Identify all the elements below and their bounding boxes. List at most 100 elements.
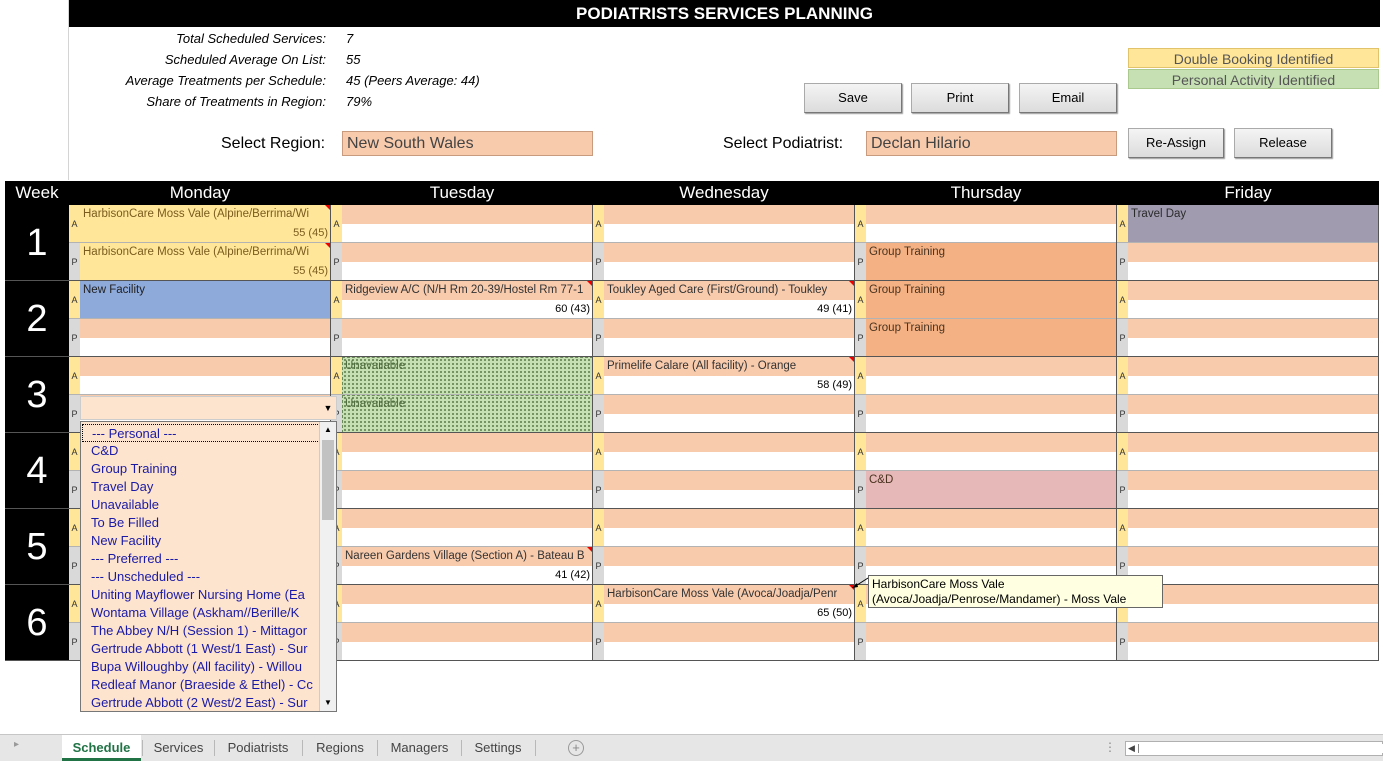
stat-label-total-services: Total Scheduled Services:	[176, 31, 326, 46]
slot-tuesday-week1-am[interactable]: A	[331, 205, 593, 243]
slot-wednesday-week3-am[interactable]: A Primelife Calare (All facility) - Orang…	[593, 357, 855, 395]
tab-schedule[interactable]: Schedule	[62, 735, 141, 761]
slot-friday-week2-pm[interactable]: P	[1117, 319, 1379, 357]
slot-monday-week1-pm[interactable]: P HarbisonCare Moss Vale (Alpine/Berrima/…	[69, 243, 331, 281]
tab-settings[interactable]: Settings	[462, 735, 534, 761]
slot-tuesday-week4-pm[interactable]: P	[331, 471, 593, 509]
slot-monday-week3-am[interactable]: A	[69, 357, 331, 395]
slot-entry-text: Nareen Gardens Village (Section A) - Bat…	[345, 550, 585, 562]
dropdown-option[interactable]: Uniting Mayflower Nursing Home (Ea	[91, 586, 321, 604]
slot-band	[604, 338, 855, 357]
reassign-button[interactable]: Re-Assign	[1128, 128, 1224, 158]
release-button[interactable]: Release	[1234, 128, 1332, 158]
activity-dropdown-list[interactable]: Gertrude Abbott (2 West/2 East) - Sur Red…	[80, 421, 337, 712]
slot-wednesday-week1-pm[interactable]: P	[593, 243, 855, 281]
slot-friday-week6-pm[interactable]: P	[1117, 623, 1379, 661]
chevron-down-icon[interactable]: ▼	[322, 401, 334, 415]
region-select[interactable]: New South Wales	[342, 131, 593, 156]
slot-tuesday-week6-pm[interactable]: P	[331, 623, 593, 661]
slot-thursday-week5-am[interactable]: A	[855, 509, 1117, 547]
slot-wednesday-week5-am[interactable]: A	[593, 509, 855, 547]
slot-band	[1128, 490, 1379, 509]
slot-monday-week2-am[interactable]: A New Facility	[69, 281, 331, 319]
slot-friday-week4-am[interactable]: A	[1117, 433, 1379, 471]
slot-band	[1128, 642, 1379, 661]
slot-thursday-week1-pm[interactable]: P Group Training	[855, 243, 1117, 281]
slot-tuesday-week6-am[interactable]: A	[331, 585, 593, 623]
slot-wednesday-week3-pm[interactable]: P	[593, 395, 855, 433]
slot-friday-week3-pm[interactable]: P	[1117, 395, 1379, 433]
more-options-icon[interactable]: ⋮	[1104, 740, 1116, 754]
dropdown-option[interactable]: Gertrude Abbott (2 West/2 East) - Sur	[91, 694, 321, 711]
print-button[interactable]: Print	[911, 83, 1009, 113]
tab-podiatrists[interactable]: Podiatrists	[215, 735, 301, 761]
slot-thursday-week4-pm[interactable]: P C&D	[855, 471, 1117, 509]
slot-friday-week1-am[interactable]: A Travel Day	[1117, 205, 1379, 243]
dropdown-option[interactable]: Travel Day	[91, 478, 321, 496]
slot-wednesday-week2-pm[interactable]: P	[593, 319, 855, 357]
slot-tuesday-week3-am[interactable]: A Unavailable	[331, 357, 593, 395]
tab-regions[interactable]: Regions	[303, 735, 377, 761]
slot-tuesday-week2-am[interactable]: A Ridgeview A/C (N/H Rm 20-39/Hostel Rm 7…	[331, 281, 593, 319]
dropdown-option[interactable]: --- Preferred ---	[91, 550, 321, 568]
slot-friday-week1-pm[interactable]: P	[1117, 243, 1379, 281]
scrollbar-thumb[interactable]	[1138, 744, 1383, 753]
slot-wednesday-week2-am[interactable]: A Toukley Aged Care (First/Ground) - Touk…	[593, 281, 855, 319]
tab-managers[interactable]: Managers	[378, 735, 461, 761]
slot-thursday-week2-am[interactable]: A Group Training	[855, 281, 1117, 319]
scroll-up-icon[interactable]: ▲	[320, 422, 336, 438]
slot-wednesday-week6-am[interactable]: A HarbisonCare Moss Vale (Avoca/Joadja/Pe…	[593, 585, 855, 623]
slot-monday-week2-pm[interactable]: P	[69, 319, 331, 357]
slot-tuesday-week5-am[interactable]: A	[331, 509, 593, 547]
slot-tuesday-week1-pm[interactable]: P	[331, 243, 593, 281]
dropdown-option[interactable]: Unavailable	[91, 496, 321, 514]
slot-wednesday-week4-pm[interactable]: P	[593, 471, 855, 509]
podiatrist-select[interactable]: Declan Hilario	[866, 131, 1117, 156]
tab-services[interactable]: Services	[143, 735, 214, 761]
scrollbar-thumb[interactable]	[322, 440, 334, 520]
slot-wednesday-week4-am[interactable]: A	[593, 433, 855, 471]
slot-tuesday-week2-pm[interactable]: P	[331, 319, 593, 357]
dropdown-option[interactable]: New Facility	[91, 532, 321, 550]
slot-friday-week4-pm[interactable]: P	[1117, 471, 1379, 509]
slot-wednesday-week6-pm[interactable]: P	[593, 623, 855, 661]
email-button[interactable]: Email	[1019, 83, 1117, 113]
slot-tuesday-week5-pm[interactable]: PNareen Gardens Village (Section A) - Ba…	[331, 547, 593, 585]
dropdown-option[interactable]: Group Training	[91, 460, 321, 478]
page-title: PODIATRISTS SERVICES PLANNING	[69, 0, 1380, 27]
slot-friday-week2-am[interactable]: A	[1117, 281, 1379, 319]
dropdown-option[interactable]: Redleaf Manor (Braeside & Ethel) - Cc	[91, 676, 321, 694]
slot-thursday-week2-pm[interactable]: P Group Training	[855, 319, 1117, 357]
slot-thursday-week6-pm[interactable]: P	[855, 623, 1117, 661]
slot-thursday-week4-am[interactable]: A	[855, 433, 1117, 471]
dropdown-option[interactable]: Wontama Village (Askham//Berille/K	[91, 604, 321, 622]
scroll-left-icon[interactable]: ◀	[1128, 742, 1135, 755]
dropdown-option[interactable]: --- Personal ---	[82, 424, 320, 442]
sheet-nav-arrow-icon[interactable]: ▸	[14, 739, 19, 750]
dropdown-option[interactable]: To Be Filled	[91, 514, 321, 532]
slot-monday-week1-am[interactable]: A HarbisonCare Moss Vale (Alpine/Berrima/…	[69, 205, 331, 243]
save-button[interactable]: Save	[804, 83, 902, 113]
slot-thursday-week1-am[interactable]: A	[855, 205, 1117, 243]
dropdown-scrollbar[interactable]: ▲ ▼	[319, 422, 336, 711]
slot-friday-week5-am[interactable]: A	[1117, 509, 1379, 547]
slot-band	[342, 623, 593, 642]
dropdown-option[interactable]: --- Unscheduled ---	[91, 568, 321, 586]
dropdown-option[interactable]: C&D	[91, 442, 321, 460]
slot-band	[1128, 547, 1379, 566]
slot-wednesday-week5-pm[interactable]: P	[593, 547, 855, 585]
scroll-down-icon[interactable]: ▼	[320, 695, 336, 711]
slot-tuesday-week3-pm[interactable]: PUnavailable	[331, 395, 593, 433]
slot-thursday-week3-pm[interactable]: P	[855, 395, 1117, 433]
slot-thursday-week3-am[interactable]: A	[855, 357, 1117, 395]
pm-marker: P	[69, 471, 80, 509]
slot-tuesday-week4-am[interactable]: A	[331, 433, 593, 471]
slot-friday-week3-am[interactable]: A	[1117, 357, 1379, 395]
add-sheet-icon[interactable]: +	[568, 740, 584, 756]
horizontal-scrollbar[interactable]: ◀	[1125, 741, 1383, 756]
slot-wednesday-week1-am[interactable]: A	[593, 205, 855, 243]
dropdown-option[interactable]: The Abbey N/H (Session 1) - Mittagor	[91, 622, 321, 640]
dropdown-option[interactable]: Bupa Willoughby (All facility) - Willou	[91, 658, 321, 676]
activity-dropdown-cell[interactable]: ▼	[80, 396, 337, 420]
dropdown-option[interactable]: Gertrude Abbott (1 West/1 East) - Sur	[91, 640, 321, 658]
